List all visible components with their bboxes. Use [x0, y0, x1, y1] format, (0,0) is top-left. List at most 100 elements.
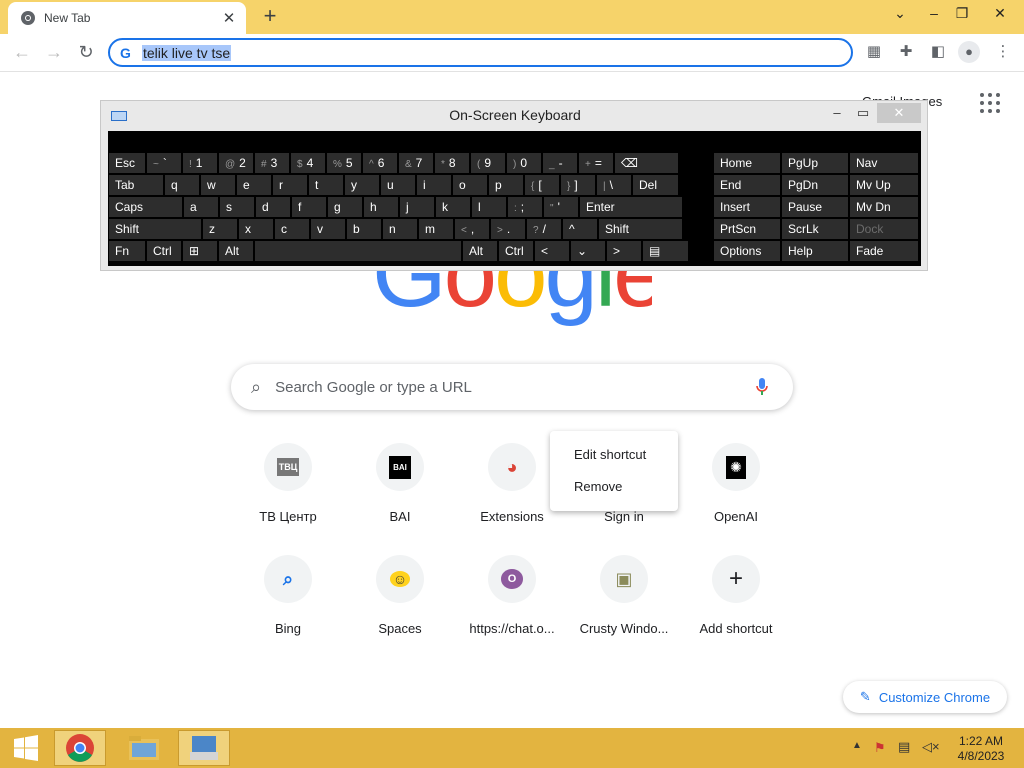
osk-key[interactable]: f [292, 197, 326, 217]
osk-side-key[interactable]: Home [714, 153, 780, 173]
action-center-icon[interactable]: ⚑ [874, 740, 886, 756]
osk-key[interactable]: ⊞ [183, 241, 217, 261]
osk-side-key[interactable]: End [714, 175, 780, 195]
osk-key[interactable]: _ - [543, 153, 577, 173]
customize-chrome-button[interactable]: ✎ Customize Chrome [843, 681, 1007, 713]
osk-side-key[interactable]: Help [782, 241, 848, 261]
shortcut-tile[interactable]: Ohttps://chat.o... [456, 555, 568, 659]
osk-key[interactable]: Tab [109, 175, 163, 195]
reload-icon[interactable]: ↻ [74, 42, 98, 62]
osk-key[interactable]: & 7 [399, 153, 433, 173]
osk-side-key[interactable]: Insert [714, 197, 780, 217]
osk-key[interactable]: + = [579, 153, 613, 173]
osk-key[interactable]: * 8 [435, 153, 469, 173]
osk-minimize-button[interactable]: – [829, 103, 845, 123]
osk-key[interactable]: #3 [255, 153, 289, 173]
osk-key[interactable]: c [275, 219, 309, 239]
shortcut-tile[interactable]: ТВЦ ТВ Центр [232, 443, 344, 547]
shortcut-tile[interactable]: ⌕ Bing [232, 555, 344, 659]
osk-key[interactable]: a [184, 197, 218, 217]
osk-key[interactable]: :; [508, 197, 542, 217]
osk-side-key[interactable]: PrtScn [714, 219, 780, 239]
taskbar-file-explorer[interactable] [118, 730, 170, 766]
network-icon[interactable]: ▤ [898, 739, 910, 755]
osk-key[interactable]: w [201, 175, 235, 195]
osk-key[interactable]: q [165, 175, 199, 195]
volume-muted-icon[interactable]: ◁× [922, 739, 940, 755]
osk-key[interactable]: ^ [563, 219, 597, 239]
osk-key[interactable]: Fn [109, 241, 145, 261]
osk-key[interactable]: Ctrl [147, 241, 181, 261]
osk-key[interactable]: Shift [599, 219, 682, 239]
shortcut-tile[interactable]: + Add shortcut [680, 555, 792, 659]
menu-icon[interactable]: ⋮ [992, 42, 1014, 62]
osk-side-key[interactable]: Nav [850, 153, 918, 173]
osk-key[interactable] [255, 241, 461, 261]
osk-key[interactable]: ⌫ [615, 153, 678, 173]
osk-key[interactable]: r [273, 175, 307, 195]
osk-side-key[interactable]: Pause [782, 197, 848, 217]
osk-key[interactable]: }] [561, 175, 595, 195]
osk-key[interactable]: ) 0 [507, 153, 541, 173]
osk-key[interactable]: m [419, 219, 453, 239]
osk-close-button[interactable]: ✕ [877, 103, 921, 123]
osk-side-key[interactable]: Dock [850, 219, 918, 239]
restore-button[interactable]: ❐ [946, 0, 978, 26]
edit-shortcut-item[interactable]: Edit shortcut [550, 439, 678, 471]
osk-key[interactable]: o [453, 175, 487, 195]
osk-key[interactable]: <, [455, 219, 489, 239]
new-tab-button[interactable]: + [258, 4, 282, 28]
osk-key[interactable]: ? / [527, 219, 561, 239]
show-hidden-icons[interactable]: ▲ [852, 740, 862, 751]
search-placeholder[interactable]: Search Google or type a URL [275, 379, 755, 396]
osk-key[interactable]: Ctrl [499, 241, 533, 261]
osk-side-key[interactable]: PgDn [782, 175, 848, 195]
osk-key[interactable]: $4 [291, 153, 325, 173]
osk-key[interactable]: p [489, 175, 523, 195]
apps-icon[interactable] [980, 93, 1000, 113]
osk-key[interactable]: @2 [219, 153, 253, 173]
osk-key[interactable]: j [400, 197, 434, 217]
osk-key[interactable]: " ' [544, 197, 578, 217]
osk-key[interactable]: g [328, 197, 362, 217]
shortcut-tile[interactable]: ▣ Crusty Windo... [568, 555, 680, 659]
taskbar-chrome[interactable] [54, 730, 106, 766]
address-bar[interactable]: G telik live tv tse [108, 38, 853, 67]
osk-key[interactable]: % 5 [327, 153, 361, 173]
osk-key[interactable]: {[ [525, 175, 559, 195]
forward-icon[interactable]: → [42, 42, 66, 62]
osk-key[interactable]: ~ ` [147, 153, 181, 173]
tab-new-tab[interactable]: New Tab ✕ [8, 2, 246, 34]
osk-key[interactable]: s [220, 197, 254, 217]
back-icon[interactable]: ← [10, 42, 34, 62]
osk-side-key[interactable]: Mv Up [850, 175, 918, 195]
shortcut-tile[interactable]: ☺ Spaces [344, 555, 456, 659]
osk-side-key[interactable]: Options [714, 241, 780, 261]
osk-key[interactable]: l [472, 197, 506, 217]
taskbar-osk[interactable] [178, 730, 230, 766]
side-panel-icon[interactable]: ◧ [927, 42, 949, 62]
osk-key[interactable]: Del [633, 175, 678, 195]
profile-icon[interactable]: ● [958, 41, 980, 63]
osk-side-key[interactable]: PgUp [782, 153, 848, 173]
osk-maximize-button[interactable]: ▭ [855, 103, 871, 123]
osk-key[interactable]: v [311, 219, 345, 239]
osk-key[interactable]: Alt [219, 241, 253, 261]
tab-search-icon[interactable]: ⌄ [884, 0, 916, 26]
shortcut-tile[interactable]: ✺ OpenAI [680, 443, 792, 547]
osk-key[interactable]: (9 [471, 153, 505, 173]
osk-key[interactable]: y [345, 175, 379, 195]
osk-key[interactable]: ! 1 [183, 153, 217, 173]
osk-key[interactable]: > [607, 241, 641, 261]
osk-key[interactable]: i [417, 175, 451, 195]
osk-key[interactable]: k [436, 197, 470, 217]
extensions-icon[interactable]: ✚ [895, 42, 917, 62]
start-button[interactable] [0, 730, 52, 766]
osk-key[interactable]: Caps [109, 197, 182, 217]
osk-key[interactable]: >. [491, 219, 525, 239]
osk-key[interactable]: h [364, 197, 398, 217]
osk-key[interactable]: b [347, 219, 381, 239]
clock[interactable]: 1:22 AM 4/8/2023 [948, 734, 1014, 764]
osk-key[interactable]: ^ 6 [363, 153, 397, 173]
osk-key[interactable]: z [203, 219, 237, 239]
